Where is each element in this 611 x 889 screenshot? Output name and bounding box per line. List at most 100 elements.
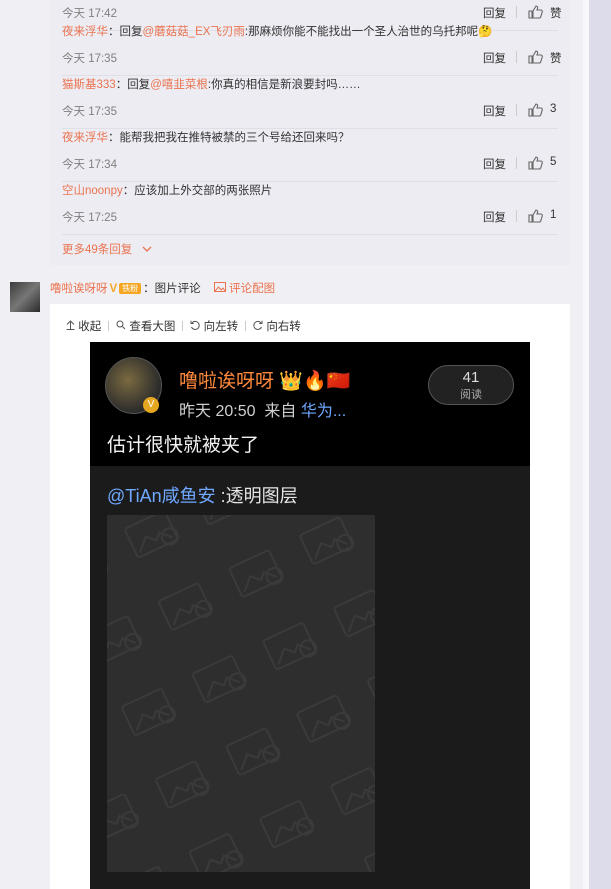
reply-button[interactable]: 回复 bbox=[483, 50, 506, 66]
rotate-left-icon bbox=[190, 320, 201, 330]
divider bbox=[516, 6, 517, 18]
separator: ： bbox=[122, 185, 135, 197]
reply-time: 今天 17:35 bbox=[62, 106, 117, 118]
reply-user-link[interactable]: 夜来浮华 bbox=[62, 26, 108, 38]
collapse-label: 收起 bbox=[78, 321, 102, 333]
more-replies-label: 更多49条回复 bbox=[62, 244, 133, 256]
separator: ： bbox=[108, 26, 120, 38]
rotate-left-label: 向左转 bbox=[203, 321, 239, 333]
reads-count: 41 bbox=[462, 369, 480, 386]
reply-text: 夜来浮华：能帮我把我在推特被禁的三个号给还回来吗？ bbox=[62, 129, 350, 145]
reply-list: 今天 17:42 回复 赞 夜来浮华：回复@蘑菇菇_EX飞刃雨:那麻烦你能不能找… bbox=[50, 0, 570, 265]
reply-text: 夜来浮华：回复@蘑菇菇_EX飞刃雨:那麻烦你能不能找出一个圣人治世的乌托邦呢🤔 bbox=[62, 23, 492, 39]
screenshot-quote-content: :透明图层 bbox=[215, 486, 298, 506]
avatar[interactable] bbox=[10, 282, 40, 312]
reply-time: 今天 17:25 bbox=[62, 212, 117, 224]
list-item: 夜来浮华：回复@蘑菇菇_EX飞刃雨:那麻烦你能不能找出一个圣人治世的乌托邦呢🤔 … bbox=[62, 23, 562, 76]
screenshot-post-header: V 噜啦诶呀呀 👑🔥🇨🇳 昨天 20:50 来自 华为... 41 阅读 估计很… bbox=[90, 342, 530, 466]
like-count: 赞 bbox=[550, 53, 562, 65]
comment-header: 噜啦诶呀呀 V 铁粉 ：图片评论 评论配图 bbox=[50, 280, 275, 296]
search-icon bbox=[116, 320, 126, 330]
reply-prefix: 回复 bbox=[119, 26, 143, 38]
list-item: 夜来浮华：能帮我把我在推特被禁的三个号给还回来吗？ 今天 17:34 回复 5 bbox=[62, 129, 558, 182]
thumbs-up-icon[interactable] bbox=[527, 4, 543, 20]
reply-text: 空山noonpy：应该加上外交部的两张照片 bbox=[62, 182, 272, 198]
screenshot-quoted-post: @TiAn咸鱼安 :透明图层 bbox=[90, 466, 530, 889]
image-placeholder bbox=[107, 515, 375, 872]
arrow-up-icon bbox=[66, 320, 75, 330]
screenshot-meta: 昨天 20:50 来自 华为... bbox=[179, 397, 346, 421]
image-toolbar: 收起 查看大图 向左转 向右转 bbox=[66, 318, 306, 334]
image-icon bbox=[213, 282, 226, 292]
emoji-icon: 🤔 bbox=[478, 26, 493, 38]
crown-icon: 👑 bbox=[279, 371, 303, 392]
screenshot-quote-user: @TiAn咸鱼安 bbox=[107, 486, 216, 506]
collapse-button[interactable]: 收起 bbox=[66, 320, 102, 333]
rotate-right-button[interactable]: 向右转 bbox=[253, 320, 301, 333]
screenshot-quote-text: @TiAn咸鱼安 :透明图层 bbox=[107, 482, 298, 508]
chevron-down-icon bbox=[142, 246, 151, 252]
screenshot-name-text: 噜啦诶呀呀 bbox=[179, 371, 275, 392]
mention-link[interactable]: @嘻韭菜根 bbox=[150, 79, 208, 91]
reply-user-link[interactable]: 夜来浮华 bbox=[62, 132, 108, 144]
divider bbox=[516, 104, 517, 116]
reply-button[interactable]: 回复 bbox=[483, 156, 506, 172]
reply-text: 猫斯基333：回复@嘻韭菜根:你真的相信是新浪要封吗…… bbox=[62, 76, 361, 92]
reply-time: 今天 17:42 bbox=[62, 8, 117, 20]
thumbs-up-icon[interactable] bbox=[527, 49, 543, 65]
comment-user-link[interactable]: 噜啦诶呀呀 bbox=[50, 283, 108, 295]
thumbs-up-icon[interactable] bbox=[527, 102, 543, 118]
comment-text: 图片评论 bbox=[154, 283, 201, 295]
divider bbox=[108, 321, 110, 331]
verified-badge: V bbox=[109, 283, 118, 295]
reply-content: 能帮我把我在推特被禁的三个号给还回来吗？ bbox=[119, 132, 350, 144]
reply-button[interactable]: 回复 bbox=[483, 103, 506, 119]
like-count: 赞 bbox=[550, 8, 562, 20]
list-item: 空山noonpy：应该加上外交部的两张照片 今天 17:25 回复 1 bbox=[62, 182, 558, 235]
comment-image[interactable]: V 噜啦诶呀呀 👑🔥🇨🇳 昨天 20:50 来自 华为... 41 阅读 估计很… bbox=[90, 342, 530, 889]
scrollbar[interactable] bbox=[589, 0, 611, 889]
reply-time: 今天 17:34 bbox=[62, 159, 117, 171]
mention-link[interactable]: @蘑菇菇_EX飞刃雨 bbox=[143, 26, 245, 38]
like-count: 1 bbox=[550, 209, 557, 221]
reply-user-link[interactable]: 空山noonpy bbox=[62, 185, 123, 197]
rotate-right-label: 向右转 bbox=[266, 321, 301, 333]
reply-button[interactable]: 回复 bbox=[483, 5, 506, 21]
reply-content: :你真的相信是新浪要封吗…… bbox=[207, 79, 361, 91]
reply-content: 应该加上外交部的两张照片 bbox=[134, 185, 273, 197]
screenshot-post-text: 估计很快就被夹了 bbox=[107, 435, 260, 456]
reply-user-link[interactable]: 猫斯基333 bbox=[62, 79, 116, 91]
divider bbox=[245, 321, 247, 331]
image-viewer: 收起 查看大图 向左转 向右转 V 噜啦诶呀呀 👑🔥🇨🇳 昨天 20:50 来自… bbox=[50, 304, 570, 889]
reply-prefix: 回复 bbox=[127, 79, 151, 91]
screenshot-source: 华为... bbox=[300, 403, 347, 420]
fire-icon: 🔥 bbox=[302, 371, 327, 392]
rotate-right-icon bbox=[253, 320, 263, 330]
list-item: 猫斯基333：回复@嘻韭菜根:你真的相信是新浪要封吗…… 今天 17:35 回复… bbox=[62, 76, 558, 129]
watermark-pattern bbox=[107, 515, 375, 872]
divider bbox=[516, 51, 517, 63]
separator: ： bbox=[108, 132, 120, 144]
verified-icon: V bbox=[143, 397, 159, 413]
separator: ： bbox=[115, 79, 128, 91]
divider bbox=[516, 157, 517, 169]
flag-icon: 🇨🇳 bbox=[326, 371, 351, 392]
fan-badge: 铁粉 bbox=[119, 283, 142, 294]
screenshot-source-prefix: 来自 bbox=[264, 403, 297, 420]
like-count: 5 bbox=[550, 156, 557, 168]
like-count: 3 bbox=[550, 103, 557, 115]
rotate-left-button[interactable]: 向左转 bbox=[190, 320, 239, 333]
divider bbox=[182, 321, 184, 331]
comment-image-link[interactable]: 评论配图 bbox=[213, 282, 275, 295]
divider bbox=[516, 210, 517, 222]
screenshot-time: 昨天 20:50 bbox=[179, 403, 256, 420]
view-large-label: 查看大图 bbox=[129, 321, 176, 333]
reads-label: 阅读 bbox=[460, 389, 482, 401]
reply-button[interactable]: 回复 bbox=[483, 209, 506, 225]
more-replies-link[interactable]: 更多49条回复 bbox=[62, 241, 152, 257]
reply-content: :那麻烦你能不能找出一个圣人治世的乌托邦呢 bbox=[244, 26, 479, 38]
separator: ： bbox=[143, 283, 155, 295]
thumbs-up-icon[interactable] bbox=[527, 155, 543, 171]
thumbs-up-icon[interactable] bbox=[527, 208, 543, 224]
view-large-button[interactable]: 查看大图 bbox=[116, 320, 176, 333]
